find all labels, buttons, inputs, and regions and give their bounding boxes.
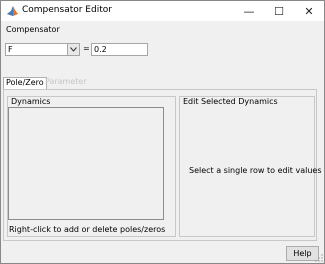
dynamics-hint: Right-click to add or delete poles/zeros — [9, 225, 166, 234]
matlab-icon — [7, 6, 18, 16]
edit-dynamics-label: Edit Selected Dynamics — [183, 97, 278, 106]
dynamics-label: Dynamics — [11, 97, 51, 106]
compensator-value-field[interactable]: 0.2 — [91, 43, 148, 56]
window-title: Compensator Editor — [22, 5, 112, 15]
tab-parameter[interactable]: Parameter — [43, 77, 89, 89]
edit-dynamics-message: Select a single row to edit values — [189, 166, 322, 175]
close-button[interactable]: ✕ — [294, 1, 324, 21]
title-bar: Compensator Editor — ☐ ✕ — [1, 1, 324, 21]
compensator-select-value: F — [8, 45, 13, 54]
maximize-button[interactable]: ☐ — [264, 1, 294, 21]
compensator-select[interactable]: F — [5, 43, 80, 56]
chevron-down-icon[interactable] — [67, 44, 79, 55]
dynamics-list[interactable] — [8, 107, 164, 220]
compensator-value-text: 0.2 — [94, 45, 107, 54]
minimize-button[interactable]: — — [234, 1, 264, 21]
resize-grip-icon[interactable] — [315, 254, 323, 262]
equals-sign: = — [83, 44, 90, 53]
compensator-label: Compensator — [6, 25, 60, 34]
